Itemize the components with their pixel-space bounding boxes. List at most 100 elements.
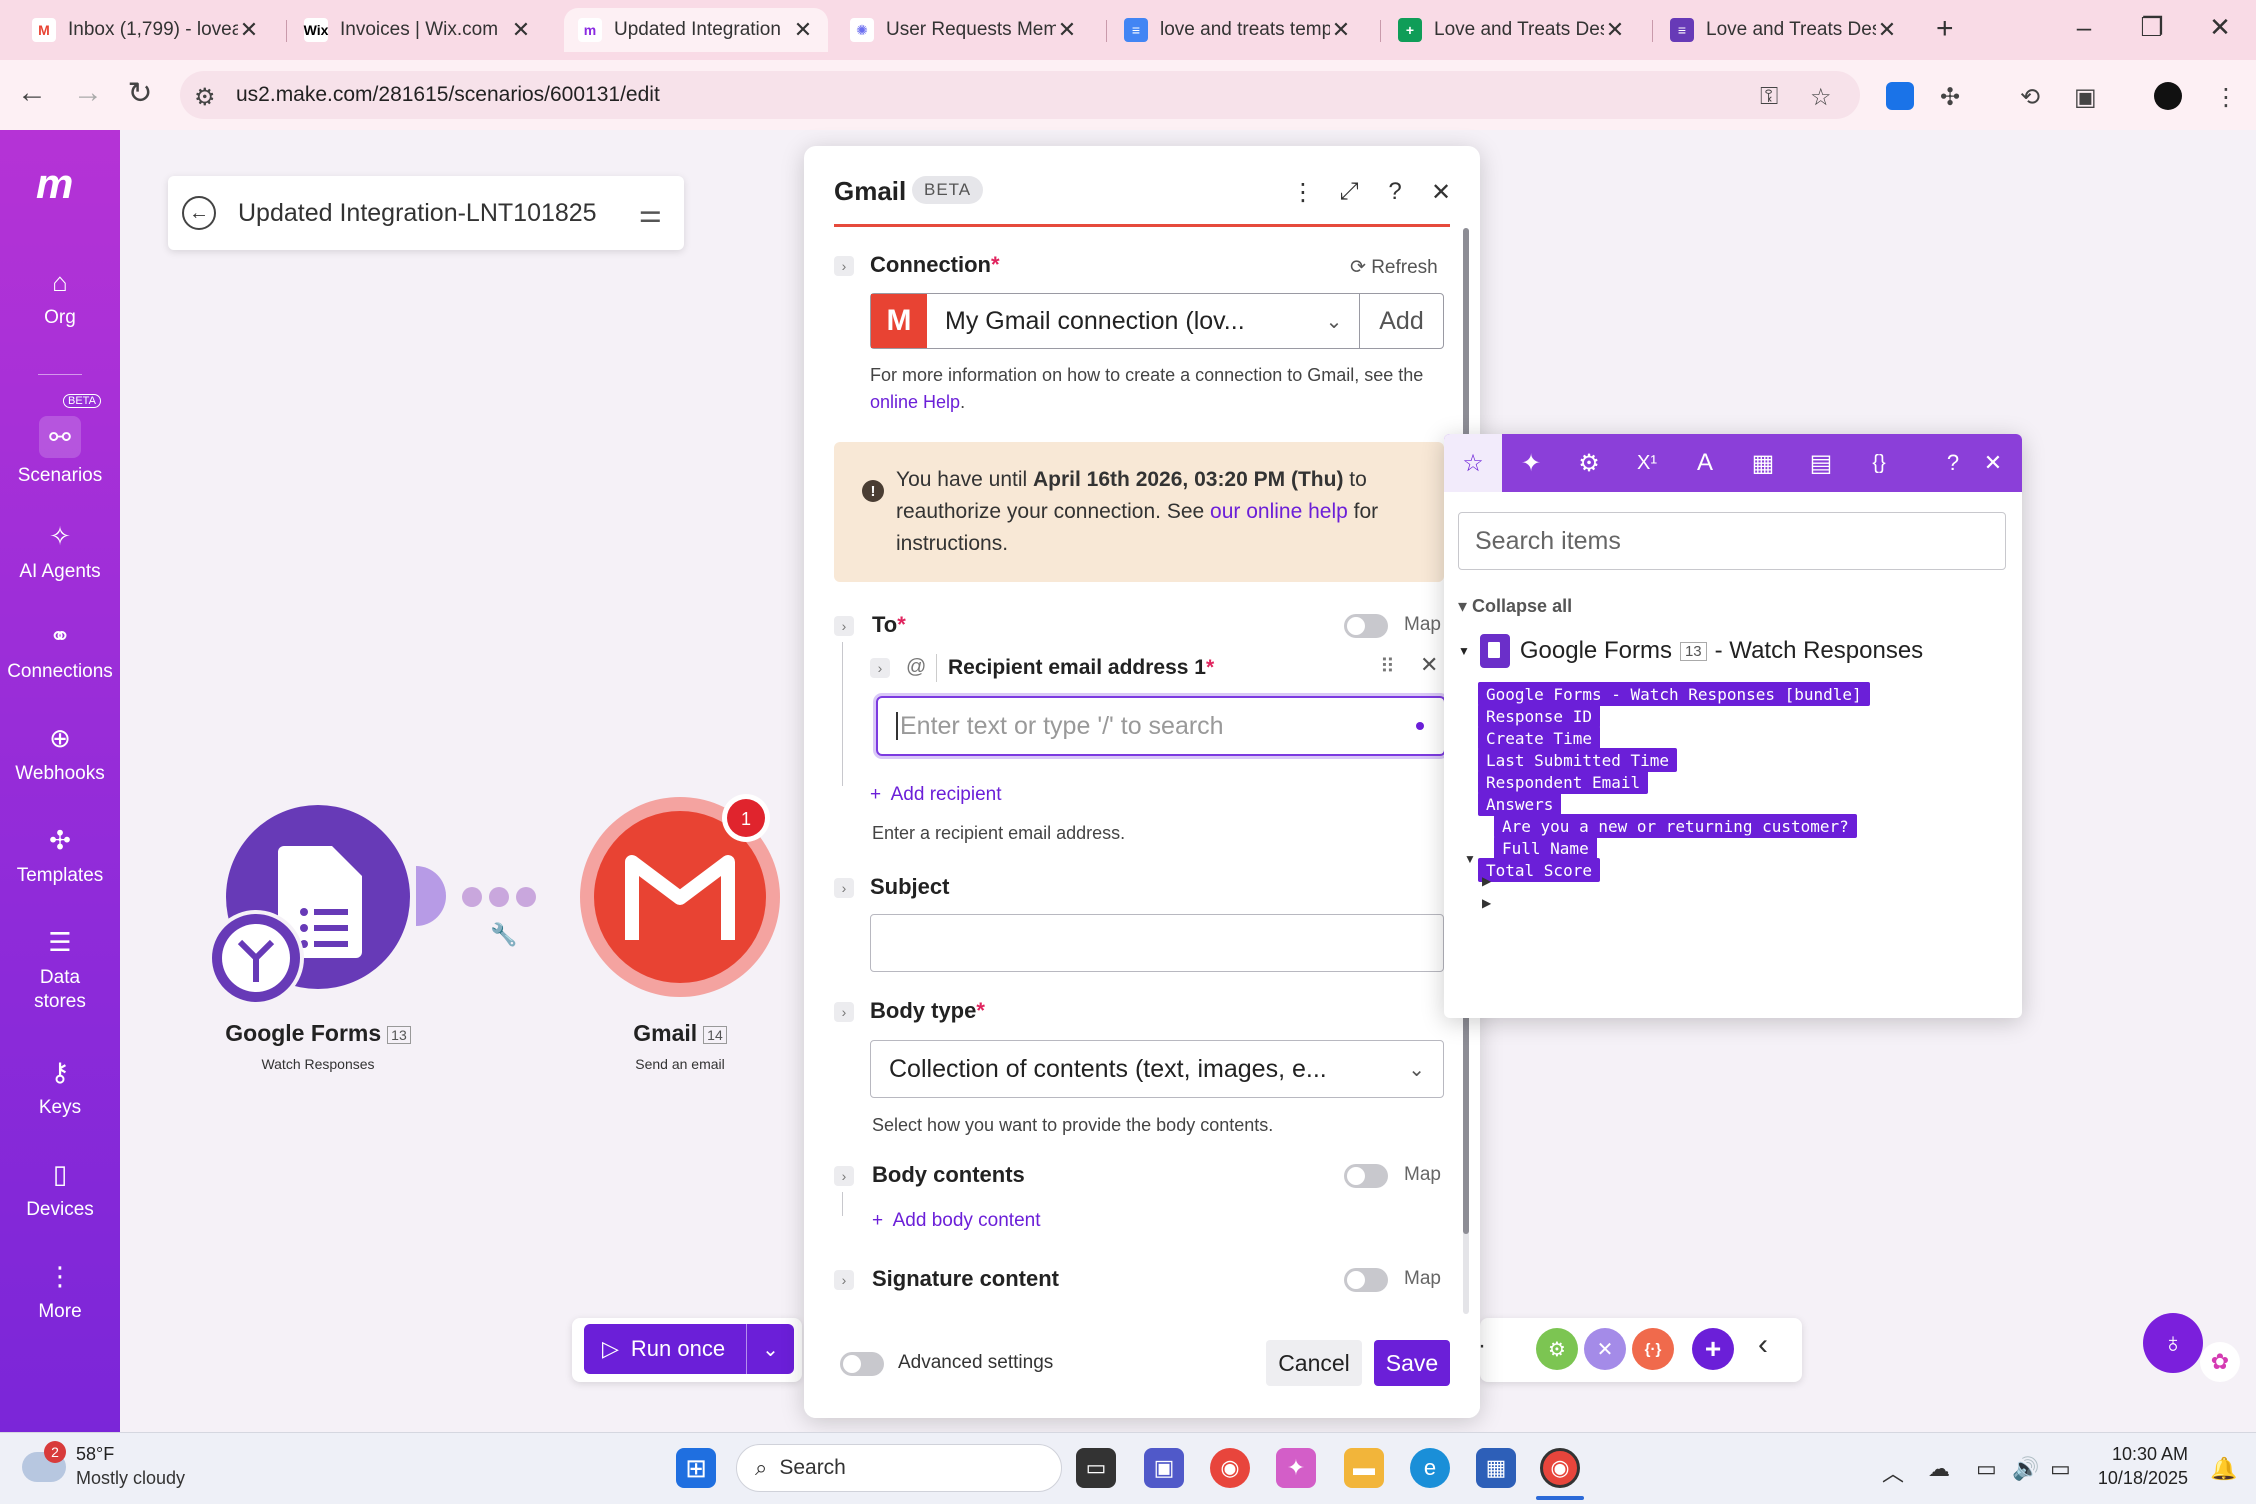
body-type-select[interactable]: Collection of contents (text, images, e.…: [870, 1040, 1444, 1098]
fullname-caret-right-icon[interactable]: ▶: [1482, 896, 1491, 910]
mapper-item[interactable]: Full Name: [1494, 836, 1597, 860]
browser-tab[interactable]: ≡ love and treats temp ✕: [1110, 8, 1366, 52]
sidebar-item-connections[interactable]: ⚭ Connections: [0, 620, 120, 684]
drag-handle-icon[interactable]: ⠿: [1380, 654, 1395, 679]
close-tab-icon[interactable]: ✕: [510, 17, 532, 43]
add-connection-button[interactable]: Add: [1359, 294, 1443, 348]
browser-tab[interactable]: M Inbox (1,799) - lovea ✕: [18, 8, 274, 52]
back-icon[interactable]: ←: [12, 76, 52, 110]
close-tab-icon[interactable]: ✕: [238, 17, 260, 43]
our-online-help-link[interactable]: our online help: [1210, 500, 1348, 523]
clock-date[interactable]: 10/18/2025: [2090, 1468, 2188, 1489]
star-icon[interactable]: ☆: [1444, 434, 1502, 492]
run-options-chevron-icon[interactable]: ⌄: [746, 1324, 794, 1374]
signature-expand-icon[interactable]: ›: [834, 1270, 854, 1290]
scenario-title[interactable]: Updated Integration-LNT101825: [238, 199, 597, 228]
network-icon[interactable]: ▭: [1976, 1456, 1997, 1482]
sidebar-item-templates[interactable]: ✣ Templates: [0, 824, 120, 888]
notification-bell-icon[interactable]: 🔔: [2210, 1456, 2237, 1482]
mapper-item[interactable]: Create Time: [1478, 726, 1600, 750]
table-icon[interactable]: ▤: [1792, 434, 1850, 492]
add-module-button[interactable]: +: [1692, 1328, 1734, 1370]
run-once-button[interactable]: ▷ Run once ⌄: [584, 1324, 794, 1374]
superscript-icon[interactable]: X¹: [1618, 434, 1676, 492]
add-body-content-button[interactable]: + Add body content: [872, 1210, 1041, 1232]
close-tab-icon[interactable]: ✕: [1604, 17, 1626, 43]
mapper-item[interactable]: Last Submitted Time: [1478, 748, 1678, 772]
clock-time[interactable]: 10:30 AM: [2090, 1444, 2188, 1465]
cancel-button[interactable]: Cancel: [1266, 1340, 1362, 1386]
tray-chevron-up-icon[interactable]: ︿: [1882, 1456, 1904, 1488]
remove-recipient-icon[interactable]: ✕: [1420, 652, 1438, 678]
close-panel-icon[interactable]: ✕: [1426, 178, 1456, 207]
sidebar-item-webhooks[interactable]: ⊕ Webhooks: [0, 722, 120, 786]
site-info-icon[interactable]: ⚙: [194, 83, 216, 112]
new-tab-button[interactable]: +: [1936, 12, 1954, 46]
calendar-icon[interactable]: ▦: [1734, 434, 1792, 492]
sidebar-item-more[interactable]: ⋮ More: [0, 1260, 120, 1324]
sidebar-item-scenarios[interactable]: ⚯ Scenarios: [0, 416, 120, 488]
battery-icon[interactable]: ▭: [2050, 1456, 2071, 1482]
connection-expand-icon[interactable]: ›: [834, 256, 854, 276]
signature-map-toggle[interactable]: [1344, 1268, 1388, 1292]
sidebar-item-ai-agents[interactable]: ✧ AI Agents: [0, 520, 120, 584]
body-type-expand-icon[interactable]: ›: [834, 1002, 854, 1022]
mapper-item[interactable]: Total Score: [1478, 858, 1600, 882]
tab-search-icon[interactable]: ▣: [2074, 83, 2097, 112]
help-lightbulb-button[interactable]: ♁: [2143, 1313, 2203, 1373]
gear-icon[interactable]: ⚙: [1560, 434, 1618, 492]
tools-gear-button[interactable]: ⚙: [1536, 1328, 1578, 1370]
expand-icon[interactable]: ⤢: [1334, 178, 1364, 206]
connection-select[interactable]: M My Gmail connection (lov... ⌄ Add: [870, 293, 1444, 349]
windows-start-icon[interactable]: ⊞: [676, 1448, 716, 1488]
edge-icon[interactable]: e: [1410, 1448, 1450, 1488]
refresh-button[interactable]: ⟳ Refresh: [1350, 256, 1438, 279]
browser-tab[interactable]: m Updated Integration ✕: [564, 8, 828, 52]
sparkle-icon[interactable]: ✦: [1502, 434, 1560, 492]
braces-icon[interactable]: {}: [1850, 434, 1908, 492]
chrome-profile-icon[interactable]: ◉: [1540, 1448, 1580, 1488]
help-question-icon[interactable]: ?: [1380, 178, 1410, 206]
advanced-settings-toggle[interactable]: [840, 1352, 884, 1376]
recipient-email-input[interactable]: Enter text or type '/' to search: [876, 696, 1446, 756]
close-tab-icon[interactable]: ✕: [1056, 17, 1078, 43]
collapse-all-button[interactable]: ▾ Collapse all: [1458, 596, 1572, 617]
taskbar-search[interactable]: ⌕ Search: [736, 1444, 1062, 1492]
to-expand-icon[interactable]: ›: [834, 616, 854, 636]
browser-tab[interactable]: Wix Invoices | Wix.com ✕: [290, 8, 546, 52]
mapper-item[interactable]: Answers: [1478, 792, 1562, 816]
chrome-icon[interactable]: ◉: [1210, 1448, 1250, 1488]
profile-avatar[interactable]: [2154, 82, 2182, 110]
subject-input[interactable]: [870, 914, 1444, 972]
browser-tab[interactable]: ✺ User Requests Memo ✕: [836, 8, 1092, 52]
answers-caret-down-icon[interactable]: ▼: [1464, 852, 1476, 866]
teams-chat-icon[interactable]: ▣: [1144, 1448, 1184, 1488]
volume-icon[interactable]: 🔊: [2012, 1456, 2039, 1482]
mapper-item[interactable]: Google Forms - Watch Responses [bundle]: [1478, 682, 1870, 706]
browser-menu-icon[interactable]: ⋮: [2214, 83, 2238, 112]
browser-tab[interactable]: + Love and Treats Dess ✕: [1384, 8, 1640, 52]
copilot-icon[interactable]: ✦: [1276, 1448, 1316, 1488]
address-bar[interactable]: us2.make.com/281615/scenarios/600131/edi…: [180, 71, 1860, 119]
subject-expand-icon[interactable]: ›: [834, 878, 854, 898]
online-help-link[interactable]: online Help: [870, 392, 960, 412]
recipient-expand-icon[interactable]: ›: [870, 658, 890, 678]
history-icon[interactable]: ⟲: [2020, 83, 2040, 112]
task-view-icon[interactable]: ▭: [1076, 1448, 1116, 1488]
close-tab-icon[interactable]: ✕: [1876, 17, 1898, 43]
mapper-source-module[interactable]: ▼ Google Forms 13 - Watch Responses: [1458, 634, 1923, 668]
password-key-icon[interactable]: ⚿: [1760, 83, 1778, 111]
minimize-button[interactable]: –: [2064, 12, 2104, 43]
file-explorer-icon[interactable]: ▬: [1344, 1448, 1384, 1488]
flow-control-button[interactable]: ✕: [1584, 1328, 1626, 1370]
maximize-button[interactable]: ❐: [2132, 12, 2172, 43]
customer-caret-right-icon[interactable]: ▶: [1482, 874, 1491, 888]
extension-blue-icon[interactable]: [1886, 82, 1914, 110]
bookmark-star-icon[interactable]: ☆: [1810, 83, 1832, 112]
extensions-puzzle-icon[interactable]: ✣: [1940, 83, 1960, 112]
panel-more-icon[interactable]: ⋮: [1288, 178, 1318, 207]
collapse-toolbar-icon[interactable]: ‹: [1758, 1328, 1768, 1362]
mapper-close-icon[interactable]: ✕: [1964, 434, 2022, 492]
store-icon[interactable]: ▦: [1476, 1448, 1516, 1488]
reload-icon[interactable]: ↻: [120, 76, 160, 111]
